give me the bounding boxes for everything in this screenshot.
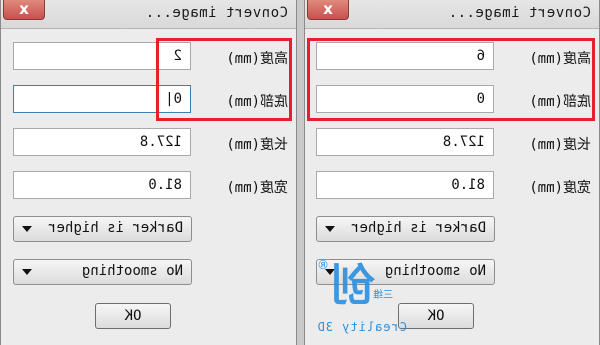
width-row: 宽度(mm) <box>305 171 599 201</box>
convert-image-dialog-right: Convert image... x 高度(mm) 底部(mm) 长度(mm) … <box>0 0 297 345</box>
registered-mark: ® <box>317 258 329 272</box>
titlebar: Convert image... x <box>305 0 599 29</box>
color-mode-value: Darker is higher <box>351 220 486 236</box>
chevron-down-icon <box>22 269 32 275</box>
width-label: 宽度(mm) <box>226 180 288 196</box>
length-input[interactable] <box>316 128 494 156</box>
width-input[interactable] <box>316 171 494 199</box>
convert-image-dialog-left: Convert image... x 高度(mm) 底部(mm) 长度(mm) … <box>304 0 600 345</box>
chevron-down-icon <box>22 226 32 232</box>
creality-watermark: ® 创 三维 Creality 3D <box>303 258 413 340</box>
width-label: 宽度(mm) <box>529 180 591 196</box>
width-row: 宽度(mm) <box>1 171 296 201</box>
chevron-down-icon <box>325 226 335 232</box>
watermark-brand: Creality 3D <box>316 320 407 334</box>
close-icon: x <box>323 0 333 18</box>
dialog-title: Convert image... <box>145 5 288 21</box>
titlebar: Convert image... x <box>1 0 296 29</box>
length-label: 长度(mm) <box>226 137 288 153</box>
color-mode-value: Darker is higher <box>48 220 183 236</box>
highlight-box <box>156 38 292 121</box>
watermark-tag: 三维 <box>373 290 393 301</box>
length-input[interactable] <box>13 128 191 156</box>
close-button[interactable]: x <box>3 0 45 20</box>
length-row: 长度(mm) <box>305 128 599 158</box>
color-mode-dropdown[interactable]: Darker is higher <box>316 216 495 242</box>
color-mode-dropdown[interactable]: Darker is higher <box>13 216 192 242</box>
creality-logo-icon: 创 <box>331 260 375 311</box>
dialog-title: Convert image... <box>448 5 591 21</box>
smoothing-dropdown[interactable]: No smoothing <box>13 259 192 285</box>
width-input[interactable] <box>13 171 191 199</box>
highlight-box <box>307 38 595 121</box>
ok-button[interactable]: OK <box>95 303 171 329</box>
close-button[interactable]: x <box>307 0 349 20</box>
length-row: 长度(mm) <box>1 128 296 158</box>
close-icon: x <box>19 0 29 18</box>
length-label: 长度(mm) <box>529 137 591 153</box>
screenshot-stage: Convert image... x 高度(mm) 底部(mm) 长度(mm) … <box>0 0 600 345</box>
smoothing-value: No smoothing <box>81 263 183 279</box>
